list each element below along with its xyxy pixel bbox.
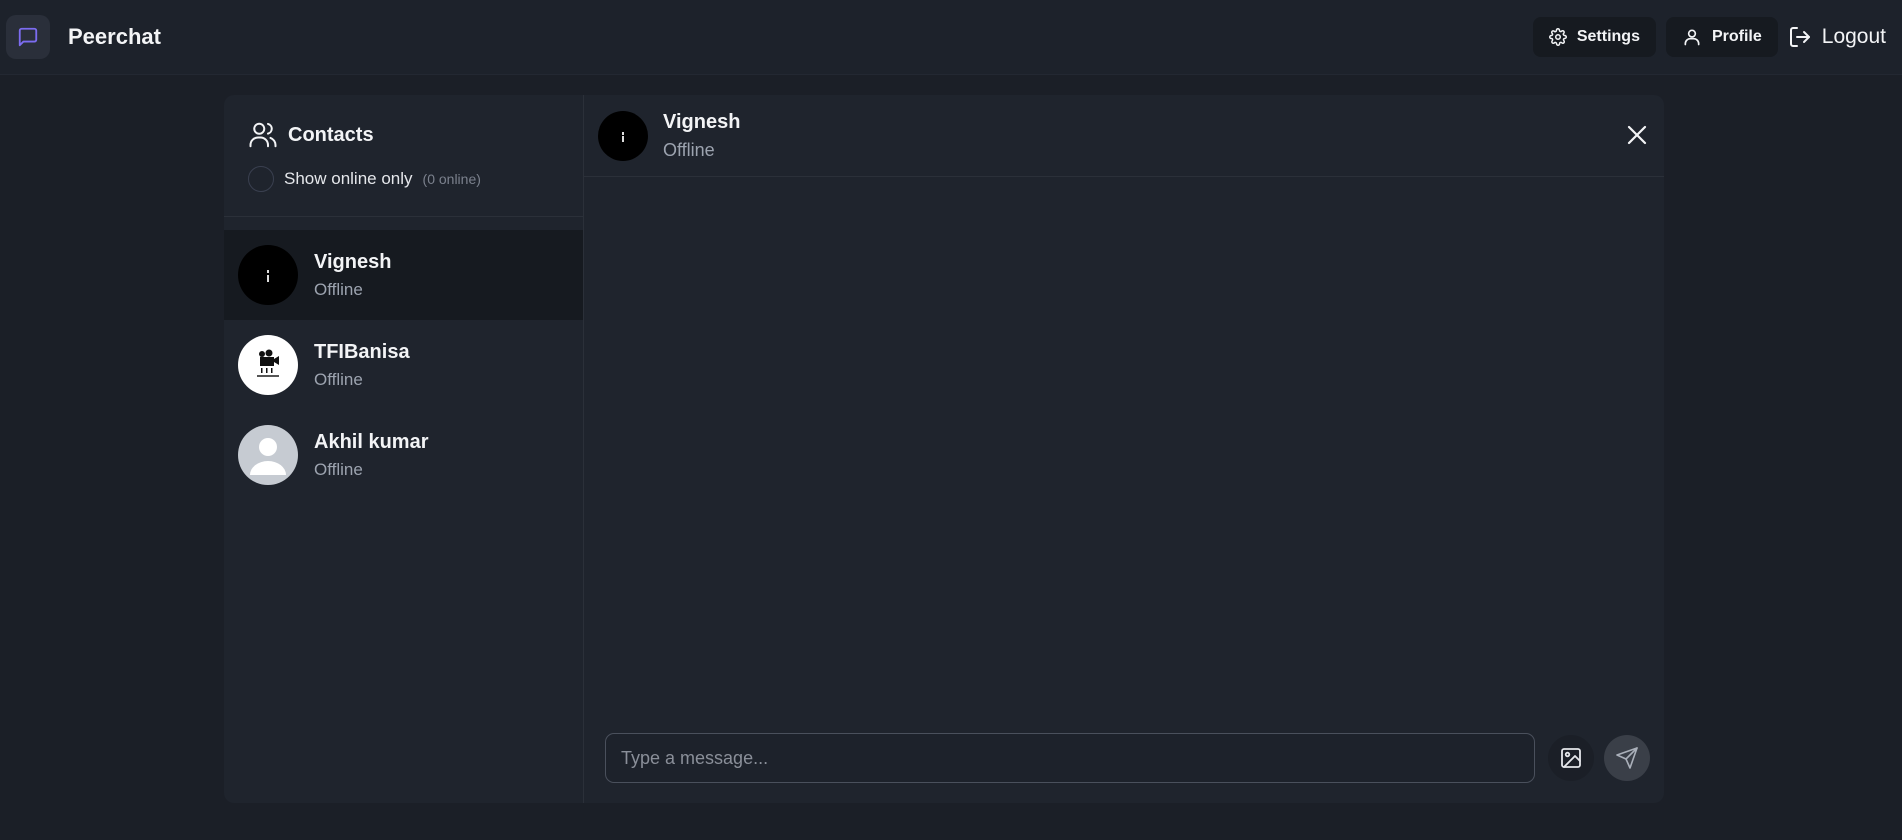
- contact-list: Vignesh Offline TFIBanisa Offline Akhil …: [224, 217, 583, 500]
- online-count: (0 online): [422, 171, 481, 187]
- users-icon: [249, 122, 277, 148]
- contact-text: Akhil kumar Offline: [314, 431, 428, 480]
- contact-text: TFIBanisa Offline: [314, 341, 410, 390]
- contact-text: Vignesh Offline: [314, 251, 391, 300]
- gear-icon: [1548, 28, 1567, 46]
- contact-name: Akhil kumar: [314, 430, 429, 453]
- close-chat-button[interactable]: [1622, 120, 1652, 150]
- message-square-icon: [6, 15, 50, 59]
- message-composer: [584, 713, 1664, 803]
- avatar: [238, 335, 298, 395]
- contact-item-akhil-kumar[interactable]: Akhil kumar Offline: [224, 410, 583, 500]
- contacts-title: Contacts: [248, 120, 583, 150]
- logout-icon: [1789, 27, 1810, 47]
- contact-item-tfibanisa[interactable]: TFIBanisa Offline: [224, 320, 583, 410]
- contact-status: Offline: [314, 279, 363, 299]
- attach-image-button[interactable]: [1548, 735, 1594, 781]
- chat-panel: Contacts Show online only (0 online) Vig…: [224, 95, 1664, 803]
- user-icon: [1684, 29, 1700, 46]
- chat-contact-status: Offline: [663, 139, 715, 160]
- logout-label: Logout: [1821, 25, 1886, 48]
- profile-label: Profile: [1711, 28, 1762, 45]
- chat-contact-name: Vignesh: [663, 110, 741, 133]
- image-icon: [1561, 748, 1581, 768]
- close-icon: [1627, 125, 1647, 145]
- contact-status: Offline: [314, 369, 363, 389]
- send-icon: [1616, 747, 1638, 769]
- chat-area: Vignesh Offline: [584, 95, 1664, 803]
- contacts-title-label: Contacts: [288, 123, 374, 146]
- chat-header-text: Vignesh Offline: [663, 111, 740, 161]
- contacts-sidebar: Contacts Show online only (0 online) Vig…: [224, 95, 584, 803]
- brand[interactable]: Peerchat: [6, 15, 161, 59]
- contact-status: Offline: [314, 459, 363, 479]
- default-avatar-icon: [238, 425, 298, 485]
- contact-name: TFIBanisa: [314, 340, 410, 363]
- contacts-header: Contacts Show online only (0 online): [224, 95, 583, 217]
- send-button[interactable]: [1604, 735, 1650, 781]
- nav-actions: Settings Profile Logout: [1523, 17, 1886, 57]
- profile-button[interactable]: Profile: [1665, 17, 1778, 57]
- avatar: [598, 110, 648, 161]
- avatar: [238, 245, 298, 305]
- message-list[interactable]: [584, 177, 1664, 713]
- settings-button[interactable]: Settings: [1532, 17, 1656, 57]
- show-online-label[interactable]: Show online only: [284, 169, 413, 189]
- chat-header: Vignesh Offline: [584, 95, 1664, 177]
- show-online-checkbox[interactable]: [248, 166, 274, 192]
- app-title: Peerchat: [68, 24, 161, 49]
- online-filter: Show online only (0 online): [248, 166, 583, 192]
- contact-item-vignesh[interactable]: Vignesh Offline: [224, 230, 583, 320]
- settings-label: Settings: [1576, 28, 1640, 45]
- top-navbar: Peerchat Settings Profile Logout: [0, 0, 1902, 75]
- contact-name: Vignesh: [314, 250, 392, 273]
- message-input[interactable]: [605, 733, 1535, 783]
- logout-button[interactable]: Logout: [1788, 17, 1886, 57]
